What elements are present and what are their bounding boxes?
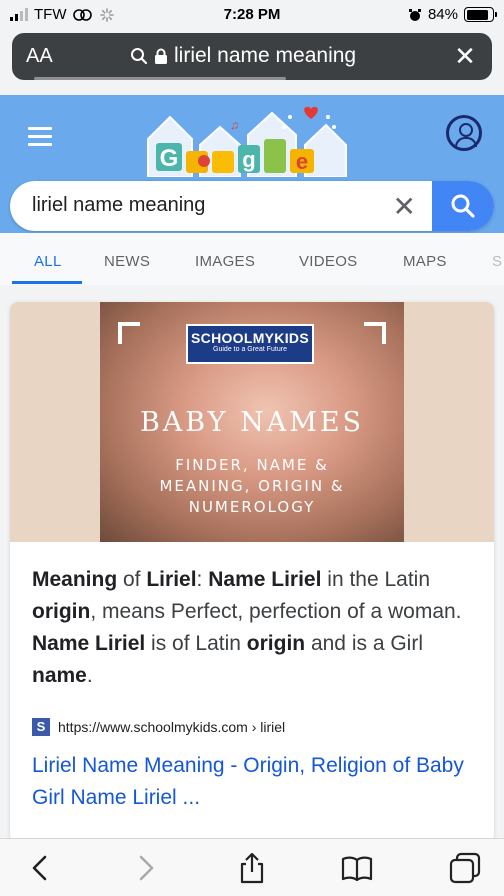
tab-all[interactable]: ALL bbox=[34, 253, 62, 270]
google-doodle[interactable]: G g e ♫ bbox=[140, 99, 365, 177]
brand-name: SCHOOLMYKIDS bbox=[191, 330, 309, 346]
url-text: liriel name meaning bbox=[174, 44, 357, 67]
snippet-bold-text: name bbox=[32, 664, 87, 687]
snippet-text: in the Latin bbox=[321, 568, 431, 591]
search-icon bbox=[131, 48, 148, 65]
alarm-icon bbox=[408, 8, 421, 21]
tab-shopping[interactable]: S bbox=[492, 253, 502, 270]
battery-percent: 84% bbox=[427, 6, 458, 23]
result-card[interactable]: SCHOOLMYKIDS Guide to a Great Future BAB… bbox=[10, 302, 494, 842]
battery-icon bbox=[464, 7, 497, 22]
active-tab-indicator bbox=[12, 281, 82, 284]
snippet-bold-text: Name Liriel bbox=[32, 632, 146, 655]
svg-text:g: g bbox=[242, 147, 255, 172]
clear-icon[interactable]: ✕ bbox=[393, 190, 416, 223]
image-subtitle-line: NUMEROLOGY bbox=[188, 498, 316, 516]
tabs-icon[interactable] bbox=[448, 851, 482, 885]
close-icon[interactable]: ✕ bbox=[450, 41, 480, 72]
account-icon[interactable] bbox=[446, 115, 482, 151]
tab-videos[interactable]: VIDEOS bbox=[299, 253, 357, 270]
tab-maps[interactable]: MAPS bbox=[403, 253, 447, 270]
back-icon[interactable] bbox=[24, 851, 58, 885]
corner-mark bbox=[118, 322, 140, 344]
snippet-text: and is a Girl bbox=[305, 632, 423, 655]
tab-news[interactable]: NEWS bbox=[104, 253, 150, 270]
image-subtitle-line: FINDER, NAME & bbox=[175, 456, 329, 474]
bookmarks-icon[interactable] bbox=[340, 851, 374, 885]
forward-icon[interactable] bbox=[128, 851, 162, 885]
lock-icon bbox=[155, 48, 167, 64]
brand-logo: SCHOOLMYKIDS Guide to a Great Future bbox=[186, 324, 314, 364]
result-source[interactable]: S https://www.schoolmykids.com › liriel bbox=[32, 718, 285, 736]
tab-images[interactable]: IMAGES bbox=[195, 253, 255, 270]
brand-tagline: Guide to a Great Future bbox=[213, 346, 287, 353]
svg-text:e: e bbox=[296, 149, 308, 174]
corner-mark bbox=[364, 322, 386, 344]
search-icon bbox=[451, 194, 475, 218]
google-header: G g e ♫ liriel name meaning ✕ ALL NEWS I… bbox=[0, 95, 504, 285]
snippet-text: . bbox=[86, 664, 93, 687]
snippet-text: of bbox=[117, 568, 147, 591]
snippet-bold-text: Liriel bbox=[146, 568, 197, 591]
text-size-button[interactable]: AA bbox=[26, 45, 53, 68]
snippet-text: : bbox=[196, 568, 209, 591]
source-url[interactable]: https://www.schoolmykids.com › liriel bbox=[58, 719, 285, 735]
snippet-bold-text: Name Liriel bbox=[208, 568, 322, 591]
image-title: BABY NAMES bbox=[139, 407, 365, 438]
featured-snippet: Meaning of Liriel: Name Liriel in the La… bbox=[32, 564, 477, 692]
result-image-area[interactable]: SCHOOLMYKIDS Guide to a Great Future BAB… bbox=[10, 302, 494, 542]
search-button[interactable] bbox=[432, 181, 494, 231]
svg-text:♫: ♫ bbox=[230, 118, 239, 132]
svg-text:G: G bbox=[160, 145, 179, 172]
search-box[interactable]: liriel name meaning ✕ bbox=[10, 181, 494, 231]
address-bar[interactable]: AA liriel name meaning ✕ bbox=[12, 33, 492, 80]
share-icon[interactable] bbox=[235, 851, 269, 885]
favicon: S bbox=[32, 718, 50, 736]
snippet-text: is of Latin bbox=[145, 632, 247, 655]
search-tabs: ALL NEWS IMAGES VIDEOS MAPS S bbox=[0, 233, 504, 285]
image-subtitle-line: MEANING, ORIGIN & bbox=[159, 477, 345, 495]
url-field[interactable]: liriel name meaning bbox=[130, 44, 356, 68]
snippet-text: , means Perfect, perfection of a woman. bbox=[90, 600, 462, 623]
snippet-bold-text: origin bbox=[246, 632, 306, 655]
snippet-bold-text: Meaning bbox=[32, 568, 118, 591]
snippet-bold-text: origin bbox=[32, 600, 91, 623]
status-right: 84% bbox=[408, 6, 497, 23]
menu-icon[interactable] bbox=[28, 127, 52, 151]
page-load-progress bbox=[34, 77, 286, 80]
result-image[interactable]: SCHOOLMYKIDS Guide to a Great Future BAB… bbox=[100, 302, 404, 542]
status-bar: TFW 7:28 PM 84% bbox=[0, 0, 504, 30]
image-subtitle: FINDER, NAME & MEANING, ORIGIN & NUMEROL… bbox=[100, 455, 404, 518]
result-title-link[interactable]: Liriel Name Meaning - Origin, Religion o… bbox=[32, 750, 482, 814]
browser-toolbar bbox=[0, 838, 504, 896]
search-input[interactable]: liriel name meaning bbox=[32, 194, 205, 217]
